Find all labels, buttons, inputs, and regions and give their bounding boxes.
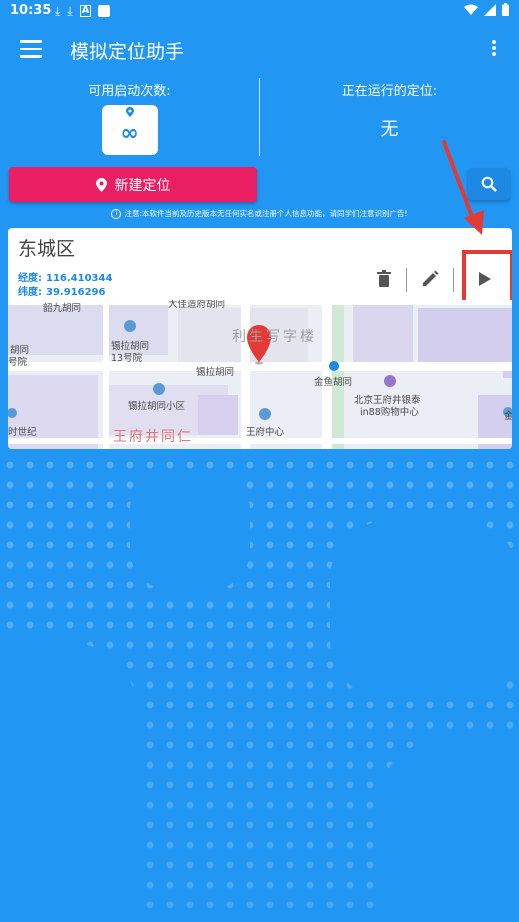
- delete-button[interactable]: [369, 264, 399, 294]
- location-pin-icon: [125, 107, 134, 117]
- map-label: 王府井同仁: [113, 429, 193, 445]
- map-label: 王府中心: [246, 427, 285, 438]
- map-gap: [330, 520, 519, 700]
- location-card[interactable]: 东城区 经度: 116.410344 纬度: 39.916296 韶九胡同 大佳…: [8, 228, 512, 449]
- launch-count-label: 可用启动次数:: [88, 84, 171, 99]
- new-location-label: 新建定位: [114, 177, 171, 194]
- launch-count-panel: 可用启动次数: ∞: [0, 80, 259, 155]
- map-label: 金鱼胡同: [314, 377, 353, 388]
- map-gap: [0, 640, 140, 922]
- info-icon: i: [111, 209, 122, 219]
- running-location-value: 无: [380, 119, 399, 140]
- map-label: 号院: [8, 357, 28, 368]
- map-label: 大佳造府胡同: [168, 300, 226, 310]
- map-label: 时世纪: [8, 427, 37, 438]
- pencil-icon: [423, 270, 439, 286]
- launch-count-value: ∞: [120, 121, 139, 146]
- map-label: 13号院: [111, 353, 143, 364]
- status-bar: 10:35 ⤓ ⤓ A: [0, 0, 519, 22]
- divider: [406, 268, 407, 292]
- map-preview[interactable]: 韶九胡同 大佳造府胡同 胡同 号院 锡拉胡同 13号院 锡拉胡同 利生写字楼 金…: [8, 300, 512, 449]
- map-label: 利生写字楼: [232, 329, 317, 345]
- download-icon: ⤓: [55, 4, 61, 18]
- map-label: 锡拉胡同小区: [128, 401, 186, 412]
- map-label: 锡拉胡同: [196, 367, 235, 378]
- running-location-label: 正在运行的定位:: [341, 84, 438, 99]
- edit-button[interactable]: [415, 264, 445, 294]
- app-notification-icon: A: [79, 5, 92, 17]
- notification-icons: ⤓ ⤓ A: [55, 4, 111, 18]
- running-location-panel: 正在运行的定位: 无: [260, 80, 519, 141]
- signal-icon: [484, 3, 496, 16]
- launch-count-box: ∞: [101, 105, 158, 155]
- new-location-button[interactable]: 新建定位: [9, 167, 257, 202]
- divider: [453, 268, 454, 292]
- longitude-row: 经度: 116.410344: [18, 269, 112, 284]
- location-pin-icon: [95, 177, 107, 192]
- wifi-icon: [464, 4, 478, 15]
- menu-icon[interactable]: [20, 40, 42, 58]
- app-title: 模拟定位助手: [70, 41, 185, 63]
- map-label: in88购物中心: [360, 407, 419, 418]
- app-notification-icon: [98, 5, 111, 17]
- system-icons: [464, 3, 509, 16]
- map-label: 韶九胡同: [43, 303, 82, 314]
- map-gap: [130, 470, 250, 590]
- latitude-label: 纬度:: [18, 287, 42, 298]
- trash-icon: [377, 270, 391, 287]
- status-time: 10:35: [10, 3, 52, 18]
- more-options-icon[interactable]: [489, 40, 499, 60]
- map-gap: [380, 740, 519, 922]
- battery-icon: [502, 3, 509, 16]
- latitude-row: 纬度: 39.916296: [18, 283, 105, 298]
- location-name: 东城区: [18, 238, 76, 260]
- download-icon: ⤓: [67, 4, 73, 18]
- latitude-value: 39.916296: [46, 287, 106, 298]
- app-bar: 模拟定位助手: [0, 24, 519, 74]
- annotation-arrow-icon: [442, 140, 484, 235]
- map-label: 金: [504, 411, 512, 422]
